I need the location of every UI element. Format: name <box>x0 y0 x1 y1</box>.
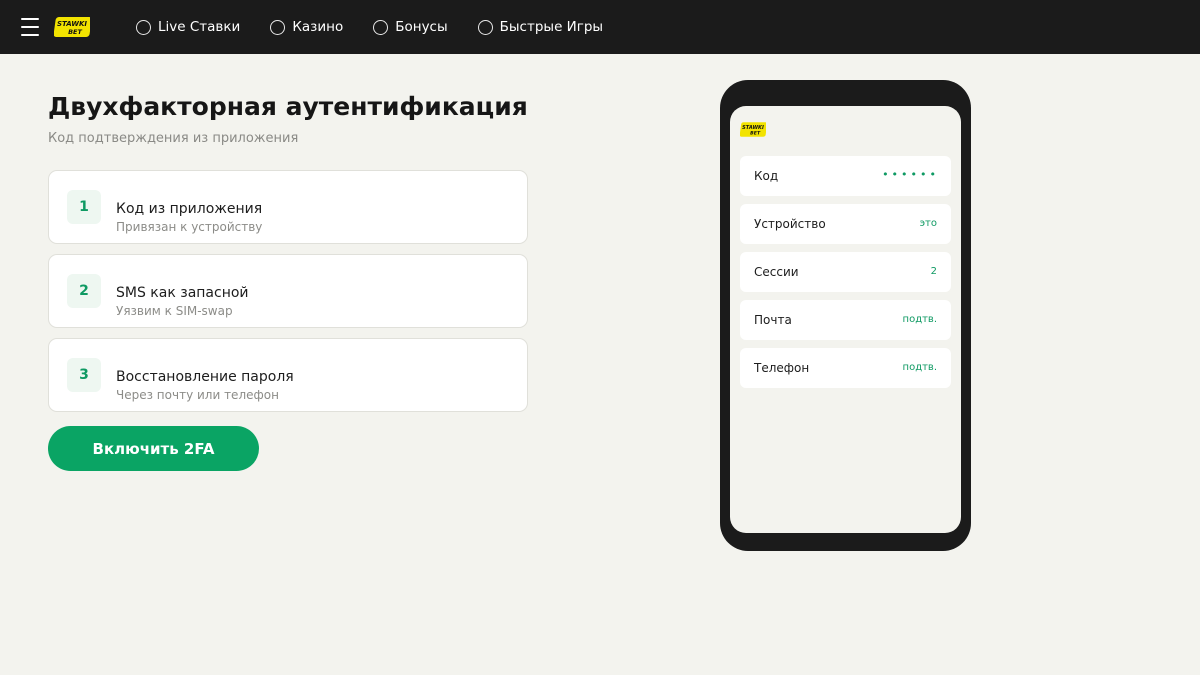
status-row-device: Устройство это <box>740 204 951 244</box>
phone-mockup: STAWKI BET Код •••••• Устройство это Сес… <box>720 80 971 551</box>
nav-item-label: Казино <box>292 19 344 35</box>
row-value: подтв. <box>902 314 937 325</box>
setup-steps-list: 1 Код из приложения Привязан к устройств… <box>48 170 528 422</box>
phone-screen: STAWKI BET Код •••••• Устройство это Сес… <box>730 106 961 533</box>
security-status-list: Код •••••• Устройство это Сессии 2 Почта… <box>740 156 951 396</box>
status-row-code: Код •••••• <box>740 156 951 196</box>
nav-item-label: Live Ставки <box>158 19 241 35</box>
circle-icon <box>270 19 286 35</box>
nav-item-label: Быстрые Игры <box>499 19 604 35</box>
step-card[interactable]: 3 Восстановление пароля Через почту или … <box>48 338 528 412</box>
nav-item-fast-games[interactable]: Быстрые Игры <box>477 19 604 35</box>
row-value: подтв. <box>902 362 937 373</box>
step-description: Уязвим к SIM-swap <box>116 304 233 318</box>
row-label: Устройство <box>754 217 826 231</box>
step-description: Привязан к устройству <box>116 220 263 234</box>
nav-item-label: Бонусы <box>395 19 448 35</box>
step-description: Через почту или телефон <box>116 388 279 402</box>
row-value: 2 <box>930 266 937 277</box>
row-label: Телефон <box>754 361 810 375</box>
logo-text-top: STAWKI <box>742 125 764 131</box>
step-card[interactable]: 2 SMS как запасной Уязвим к SIM-swap <box>48 254 528 328</box>
main-nav: Live Ставки Казино Бонусы Быстрые Игры <box>136 0 633 54</box>
masked-code-value: •••••• <box>882 168 939 181</box>
brand-logo[interactable]: STAWKI BET <box>54 17 90 37</box>
status-row-email: Почта подтв. <box>740 300 951 340</box>
page-subtitle: Код подтверждения из приложения <box>48 131 299 146</box>
row-label: Сессии <box>754 265 799 279</box>
nav-item-casino[interactable]: Казино <box>270 19 343 35</box>
logo-text-top: STAWKI <box>57 20 87 28</box>
step-title: SMS как запасной <box>116 285 249 301</box>
circle-icon <box>373 19 389 35</box>
step-title: Код из приложения <box>116 201 263 217</box>
circle-icon <box>477 19 493 35</box>
page-title: Двухфакторная аутентификация <box>48 92 528 121</box>
logo-text-bottom: BET <box>68 28 82 36</box>
step-card[interactable]: 1 Код из приложения Привязан к устройств… <box>48 170 528 244</box>
step-number-badge: 1 <box>67 190 101 224</box>
step-number-badge: 3 <box>67 358 101 392</box>
top-navigation-bar: STAWKI BET Live Ставки Казино Бонусы Быс… <box>0 0 1200 54</box>
hamburger-icon[interactable] <box>21 18 39 36</box>
status-row-phone: Телефон подтв. <box>740 348 951 388</box>
nav-item-live[interactable]: Live Ставки <box>136 19 240 35</box>
status-row-sessions: Сессии 2 <box>740 252 951 292</box>
row-label: Код <box>754 169 779 183</box>
enable-2fa-button[interactable]: Включить 2FA <box>48 426 259 471</box>
circle-icon <box>136 19 151 35</box>
nav-item-bonuses[interactable]: Бонусы <box>373 19 448 35</box>
brand-logo-small: STAWKI BET <box>740 122 766 137</box>
row-value: это <box>919 218 937 229</box>
step-number-badge: 2 <box>67 274 101 308</box>
row-label: Почта <box>754 313 792 327</box>
step-title: Восстановление пароля <box>116 369 294 385</box>
logo-text-bottom: BET <box>750 131 761 137</box>
